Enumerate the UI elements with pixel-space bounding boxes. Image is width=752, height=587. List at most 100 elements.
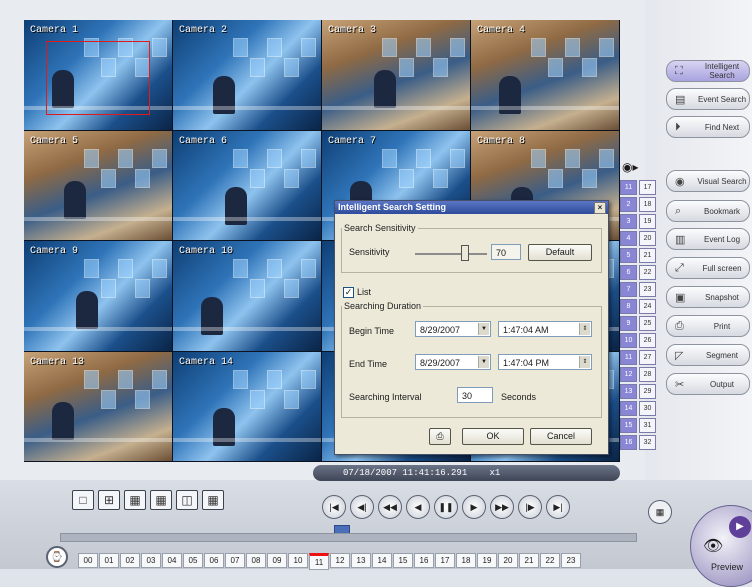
channel-button[interactable]: 24 [639,299,656,314]
channel-button[interactable]: 10 [620,333,637,348]
channel-button[interactable]: 12 [620,367,637,382]
camera-tile[interactable]: Camera 6 [173,130,321,240]
search-region-selection[interactable] [46,41,150,115]
channel-button[interactable]: 22 [639,265,656,280]
chevron-down-icon[interactable]: ▼ [478,356,489,368]
hour-button[interactable]: 09 [267,553,287,568]
searching-interval-input[interactable]: 30 [457,387,493,403]
cancel-button[interactable]: Cancel [530,428,592,445]
find-next-button[interactable]: ⏵ Find Next [666,116,750,138]
hour-button[interactable]: 10 [288,553,308,568]
camera-tile[interactable]: Camera 13 [24,351,172,461]
channel-button[interactable]: 23 [639,282,656,297]
fast-rewind-icon[interactable]: ◀◀ [378,495,402,519]
channel-button[interactable]: 8 [620,299,637,314]
layout-1-button[interactable]: □ [72,490,94,510]
snapshot-button[interactable]: ▣ Snapshot [666,286,750,308]
begin-time-spinner[interactable]: 1:47:04 AM ⇕ [498,321,592,337]
hour-button[interactable]: 06 [204,553,224,568]
hour-button[interactable]: 11 [309,553,329,570]
hour-button[interactable]: 03 [141,553,161,568]
camera-tile[interactable]: Camera 14 [173,351,321,461]
camera-tile[interactable]: Camera 4 [471,20,619,130]
intelligent-search-button[interactable]: ⛶ Intelligent Search [666,60,750,82]
play-icon[interactable]: ▶ [462,495,486,519]
channel-button[interactable]: 4 [620,231,637,246]
channel-button[interactable]: 11 [620,350,637,365]
spinner-icon[interactable]: ⇕ [579,356,590,368]
pause-icon[interactable]: ❚❚ [434,495,458,519]
event-log-button[interactable]: ▥ Event Log [666,228,750,250]
hour-button[interactable]: 14 [372,553,392,568]
visual-search-button[interactable]: ◉ Visual Search [666,170,750,192]
camera-tile[interactable]: Camera 2 [173,20,321,130]
segment-button[interactable]: ◸ Segment [666,344,750,366]
hour-button[interactable]: 15 [393,553,413,568]
layout-9-button[interactable]: ▦ [124,490,146,510]
channel-button[interactable]: 21 [639,248,656,263]
channel-button[interactable]: 31 [639,418,656,433]
sensitivity-slider-track[interactable] [415,253,487,255]
print-button[interactable]: ⎙ Print [666,315,750,337]
next-frame-icon[interactable]: |▶ [518,495,542,519]
end-date-picker[interactable]: 8/29/2007 ▼ [415,354,491,370]
hour-button[interactable]: 05 [183,553,203,568]
hour-button[interactable]: 01 [99,553,119,568]
event-search-button[interactable]: ▤ Event Search [666,88,750,110]
previous-frame-icon[interactable]: ◀| [350,495,374,519]
hour-button[interactable]: 12 [330,553,350,568]
full-screen-button[interactable]: ⤢ Full screen [666,257,750,279]
channel-button[interactable]: 5 [620,248,637,263]
hour-button[interactable]: 08 [246,553,266,568]
go-to-start-icon[interactable]: |◀ [322,495,346,519]
bookmark-button[interactable]: ⌕ Bookmark [666,200,750,222]
hour-button[interactable]: 02 [120,553,140,568]
clock-icon[interactable]: ⌚ [46,546,68,568]
hour-button[interactable]: 18 [456,553,476,568]
end-time-spinner[interactable]: 1:47:04 PM ⇕ [498,354,592,370]
channel-button[interactable]: 15 [620,418,637,433]
hour-button[interactable]: 21 [519,553,539,568]
channel-button[interactable]: 9 [620,316,637,331]
camera-tile[interactable]: Camera 9 [24,241,172,351]
channel-button[interactable]: 2 [620,197,637,212]
channel-button[interactable]: 29 [639,384,656,399]
hour-button[interactable]: 19 [477,553,497,568]
channel-button[interactable]: 32 [639,435,656,450]
layout-6-button[interactable]: ◫ [176,490,198,510]
chevron-down-icon[interactable]: ▼ [478,323,489,335]
timeline-track[interactable] [60,533,637,542]
hour-button[interactable]: 22 [540,553,560,568]
go-to-end-icon[interactable]: ▶| [546,495,570,519]
channel-button[interactable]: 16 [620,435,637,450]
channel-button[interactable]: 3 [620,214,637,229]
hour-button[interactable]: 23 [561,553,581,568]
hour-button[interactable]: 16 [414,553,434,568]
sensitivity-slider-thumb[interactable] [461,245,469,261]
spinner-icon[interactable]: ⇕ [579,323,590,335]
channel-button[interactable]: 13 [620,384,637,399]
channel-button[interactable]: 25 [639,316,656,331]
channel-button[interactable]: 20 [639,231,656,246]
dialog-close-button[interactable]: × [594,202,606,214]
camera-tile[interactable]: Camera 5 [24,130,172,240]
channel-button[interactable]: 28 [639,367,656,382]
begin-date-picker[interactable]: 8/29/2007 ▼ [415,321,491,337]
channel-button[interactable]: 26 [639,333,656,348]
hour-button[interactable]: 17 [435,553,455,568]
ok-button[interactable]: OK [462,428,524,445]
hour-button[interactable]: 00 [78,553,98,568]
hour-button[interactable]: 20 [498,553,518,568]
layout-16-button[interactable]: ▦ [150,490,172,510]
calendar-icon[interactable]: ▦ [648,500,672,524]
layout-13-button[interactable]: ▦ [202,490,224,510]
fast-forward-icon[interactable]: ▶▶ [490,495,514,519]
channel-button[interactable]: 19 [639,214,656,229]
reverse-play-icon[interactable]: ◀ [406,495,430,519]
hour-button[interactable]: 07 [225,553,245,568]
channel-button[interactable]: 7 [620,282,637,297]
channel-button[interactable]: 30 [639,401,656,416]
channel-button[interactable]: 14 [620,401,637,416]
channel-button[interactable]: 27 [639,350,656,365]
channel-button[interactable]: 11 [620,180,637,195]
